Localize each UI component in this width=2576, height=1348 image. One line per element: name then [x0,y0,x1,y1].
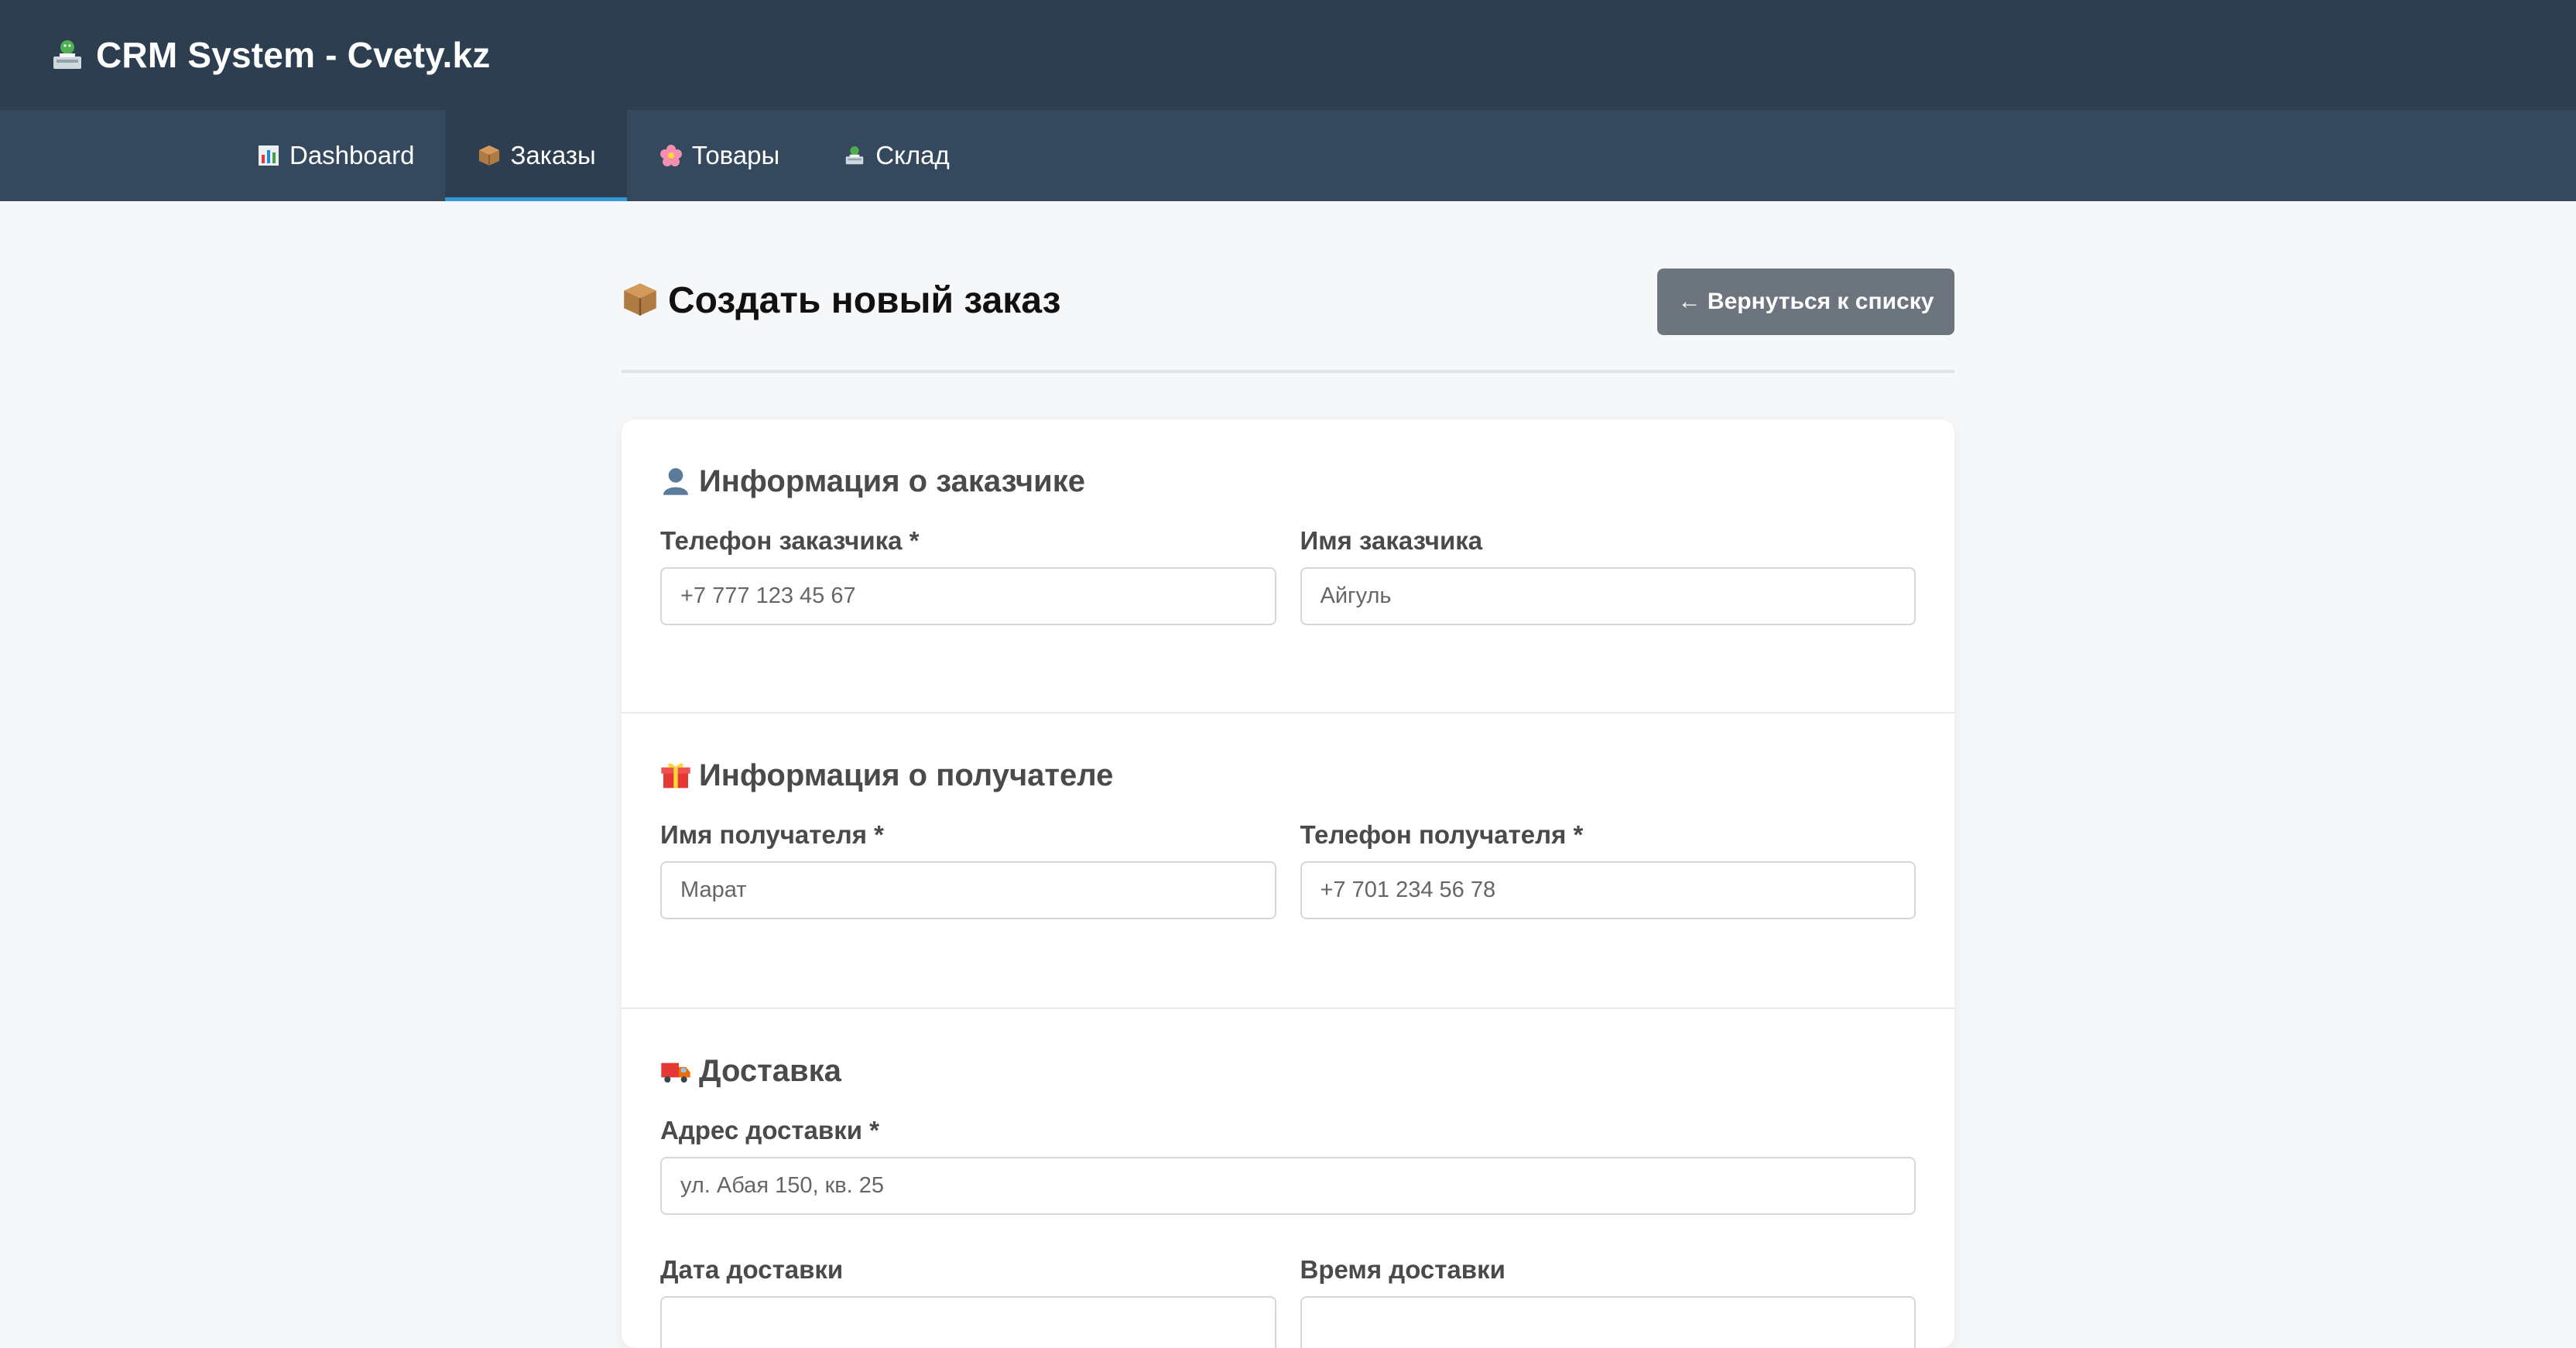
nav-item-orders[interactable]: Заказы [445,110,628,201]
customer-name-group: Имя заказчика [1300,526,1916,625]
gift-icon [660,759,693,792]
nav-item-products[interactable]: Товары [627,110,811,201]
delivery-section-title: Доставка [660,1052,1916,1090]
delivery-section-label: Доставка [699,1053,841,1088]
brand[interactable]: CRM System - Cvety.kz [48,34,491,76]
order-form-card: Информация о заказчике Телефон заказчика… [622,419,1954,1348]
customer-phone-label: Телефон заказчика * [660,526,920,555]
page-header: Создать новый заказ ← Вернуться к списку [622,201,1954,373]
delivery-address-row: Адрес доставки * [660,1116,1916,1215]
customer-row: Телефон заказчика * Имя заказчика [660,526,1916,625]
delivery-address-group: Адрес доставки * [660,1116,1916,1215]
cashier-icon [841,142,868,169]
cashier-icon [48,36,87,74]
delivery-address-label: Адрес доставки * [660,1116,880,1144]
delivery-time-group: Время доставки [1300,1255,1916,1348]
person-icon [660,465,693,498]
delivery-date-input[interactable] [660,1296,1276,1348]
customer-name-label: Имя заказчика [1300,526,1483,555]
recipient-phone-group: Телефон получателя * [1300,820,1916,919]
recipient-row: Имя получателя * Телефон получателя * [660,820,1916,919]
recipient-section-title: Информация о получателе [660,757,1916,794]
delivery-time-label: Время доставки [1300,1255,1506,1284]
recipient-name-label: Имя получателя * [660,820,884,849]
customer-phone-group: Телефон заказчика * [660,526,1276,625]
delivery-address-input[interactable] [660,1157,1916,1215]
delivery-date-group: Дата доставки [660,1255,1276,1348]
bar-chart-icon [255,142,282,169]
customer-name-input[interactable] [1300,567,1916,625]
nav-label-orders: Заказы [510,141,596,169]
delivery-datetime-row: Дата доставки Время доставки [660,1255,1916,1348]
app-title: CRM System - Cvety.kz [96,35,491,75]
package-icon [476,142,502,169]
page-title-text: Создать новый заказ [668,279,1061,321]
recipient-section: Информация о получателе Имя получателя *… [622,713,1954,1009]
main-nav: Dashboard Заказы Товары Склад [0,110,2576,201]
recipient-phone-label: Телефон получателя * [1300,820,1584,849]
delivery-section: Доставка Адрес доставки * Дата доставки … [622,1009,1954,1348]
page-title: Создать новый заказ [622,279,1060,322]
back-to-list-button[interactable]: ← Вернуться к списку [1657,269,1954,335]
main-content: Создать новый заказ ← Вернуться к списку… [622,201,1954,1348]
recipient-name-group: Имя получателя * [660,820,1276,919]
recipient-section-label: Информация о получателе [699,758,1114,792]
package-icon [622,281,660,320]
flower-icon [658,142,684,169]
nav-item-dashboard[interactable]: Dashboard [224,110,445,201]
recipient-name-input[interactable] [660,861,1276,919]
truck-icon [660,1055,693,1087]
nav-label-products: Товары [691,141,780,169]
delivery-date-label: Дата доставки [660,1255,844,1284]
nav-label-warehouse: Склад [875,141,950,169]
app-header: CRM System - Cvety.kz [0,0,2576,110]
customer-section: Информация о заказчике Телефон заказчика… [622,419,1954,713]
nav-item-warehouse[interactable]: Склад [810,110,981,201]
customer-section-title: Информация о заказчике [660,463,1916,500]
customer-phone-input[interactable] [660,567,1276,625]
recipient-phone-input[interactable] [1300,861,1916,919]
nav-label-dashboard: Dashboard [289,141,415,169]
delivery-time-input[interactable] [1300,1296,1916,1348]
customer-section-label: Информация о заказчике [699,464,1086,498]
